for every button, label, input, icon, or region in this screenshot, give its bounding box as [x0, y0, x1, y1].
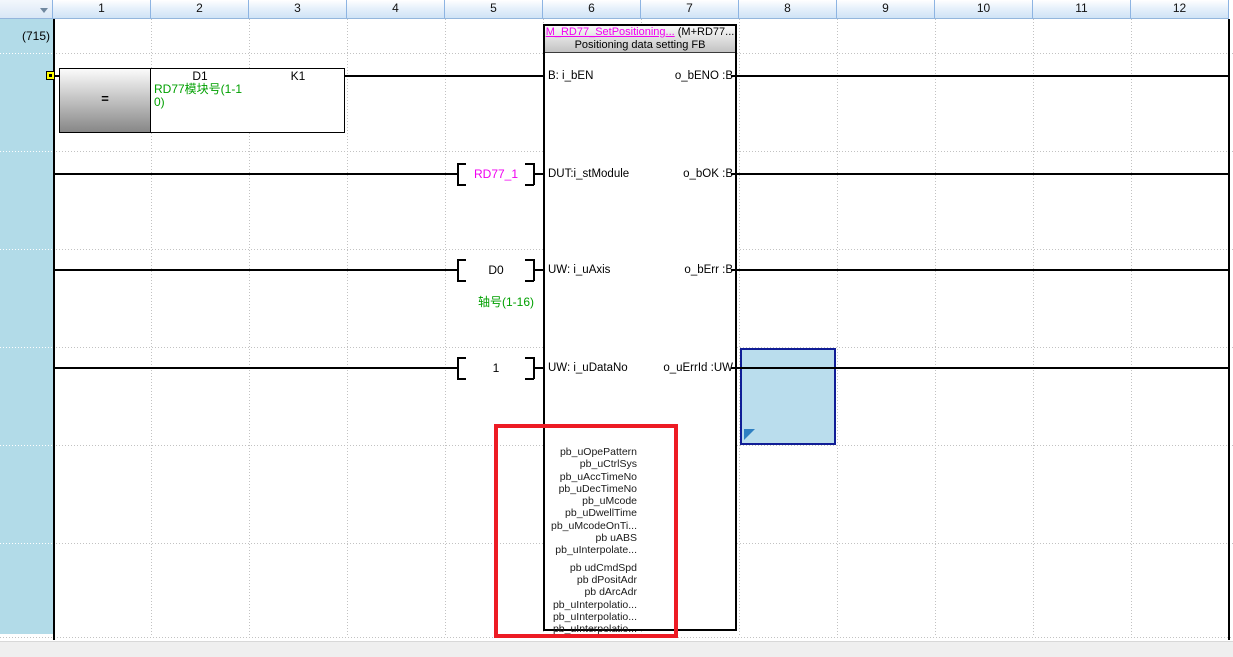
operand-bracket — [457, 184, 466, 186]
operand-bracket — [457, 378, 466, 380]
header-corner-cell[interactable] — [0, 0, 53, 19]
wire — [53, 173, 457, 175]
column-header-11[interactable]: 11 — [1033, 0, 1131, 19]
operand-d1-comment: RD77模块号(1-10) — [154, 83, 248, 109]
step-number: (715) — [0, 28, 50, 44]
operand-bracket — [525, 184, 534, 186]
column-header-7[interactable]: 7 — [641, 0, 739, 19]
operand-bracket — [525, 280, 534, 282]
ladder-editor: 1 2 3 4 5 6 7 8 9 10 11 12 (715) = D1 RD… — [0, 0, 1233, 657]
grid-line — [935, 19, 936, 637]
wire — [53, 269, 457, 271]
wire — [731, 173, 1229, 175]
grid-line — [347, 19, 348, 637]
column-header-12[interactable]: 12 — [1131, 0, 1229, 19]
operand-k1[interactable]: K1 — [249, 69, 347, 83]
wire — [345, 75, 549, 77]
fb-output-o-beno[interactable]: o_bENO :B — [617, 68, 733, 84]
function-block-subtitle: Positioning data setting FB — [545, 39, 735, 52]
operand-d1[interactable]: D1 — [151, 69, 249, 83]
bottom-scroll-area[interactable] — [0, 641, 1233, 657]
annotation-rectangle — [494, 424, 678, 638]
step-margin — [0, 19, 53, 634]
column-header-8[interactable]: 8 — [739, 0, 837, 19]
operand-rd77-1[interactable]: RD77_1 — [458, 166, 534, 182]
operand-bracket — [525, 259, 534, 261]
function-block-title: M_RD77_SetPositioning... (M+RD77... — [545, 26, 735, 39]
wire — [731, 367, 1229, 369]
left-power-rail — [53, 19, 55, 640]
selection-corner-icon — [744, 429, 755, 440]
right-power-rail — [1228, 19, 1230, 640]
wire — [731, 75, 1229, 77]
column-header-6[interactable]: 6 — [543, 0, 641, 19]
wire — [731, 269, 1229, 271]
row-separator — [0, 445, 53, 446]
column-header-10[interactable]: 10 — [935, 0, 1033, 19]
chevron-down-icon[interactable] — [40, 8, 48, 13]
row-separator — [0, 347, 53, 348]
operand-bracket — [457, 259, 466, 261]
operand-bracket — [525, 357, 534, 359]
grid-line — [1033, 19, 1034, 637]
column-header-5[interactable]: 5 — [445, 0, 543, 19]
operand-bracket — [457, 357, 466, 359]
grid-line — [739, 19, 740, 637]
fb-output-o-uerrid[interactable]: o_uErrId :UW — [617, 360, 733, 376]
grid-line — [1131, 19, 1132, 637]
row-separator — [0, 249, 53, 250]
column-header-1[interactable]: 1 — [53, 0, 151, 19]
row-separator — [0, 53, 53, 54]
selected-cell[interactable] — [740, 348, 836, 445]
connection-handle-icon[interactable] — [46, 71, 55, 80]
operand-bracket — [457, 163, 466, 165]
wire — [53, 367, 457, 369]
operand-bracket — [457, 280, 466, 282]
column-header-2[interactable]: 2 — [151, 0, 249, 19]
column-header-4[interactable]: 4 — [347, 0, 445, 19]
grid-line — [837, 19, 838, 637]
row-separator — [0, 151, 53, 152]
operand-1[interactable]: 1 — [458, 360, 534, 376]
fb-output-o-bok[interactable]: o_bOK :B — [617, 166, 733, 182]
column-header-3[interactable]: 3 — [249, 0, 347, 19]
operand-d0[interactable]: D0 — [458, 262, 534, 278]
operand-bracket — [525, 163, 534, 165]
row-separator — [0, 543, 53, 544]
operand-bracket — [525, 378, 534, 380]
grid-line — [445, 19, 446, 637]
fb-output-o-berr[interactable]: o_bErr :B — [617, 262, 733, 278]
fb-type-name: (M+RD77... — [678, 26, 735, 38]
compare-operator: = — [59, 91, 151, 106]
operand-d0-comment: 轴号(1-16) — [478, 296, 548, 309]
fb-instance-name[interactable]: M_RD77_SetPositioning... — [546, 26, 675, 38]
column-header-9[interactable]: 9 — [837, 0, 935, 19]
